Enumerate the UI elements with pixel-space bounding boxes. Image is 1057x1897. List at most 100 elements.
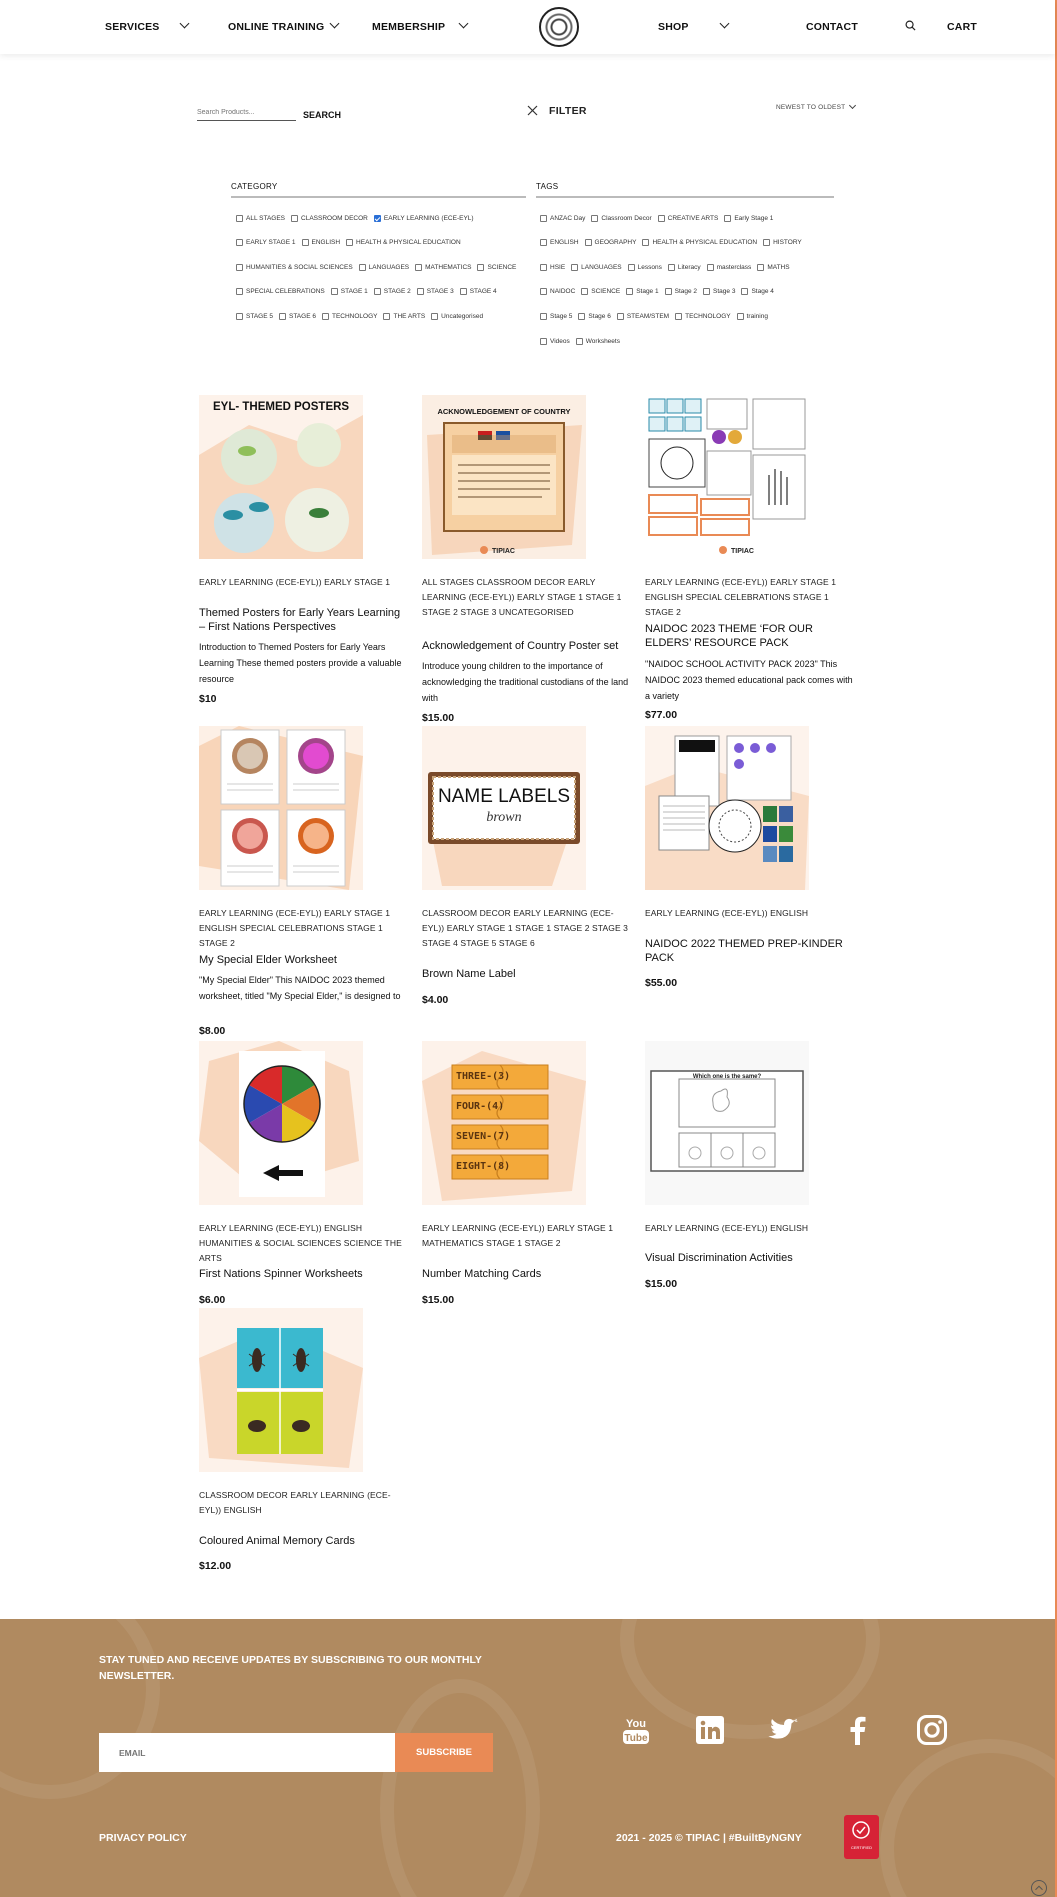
product-title[interactable]: My Special Elder Worksheet bbox=[199, 953, 409, 967]
filter-option[interactable]: MATHEMATICS bbox=[415, 263, 471, 271]
twitter-icon[interactable] bbox=[768, 1714, 800, 1746]
product-categories[interactable]: EARLY LEARNING (ECE-EYL)) EARLY STAGE 1 … bbox=[422, 1221, 632, 1251]
filter-checkbox[interactable] bbox=[664, 288, 672, 296]
filter-option[interactable]: NAIDOC bbox=[540, 288, 575, 296]
filter-option[interactable]: training bbox=[736, 312, 768, 320]
privacy-policy-link[interactable]: PRIVACY POLICY bbox=[99, 1832, 187, 1844]
sort-select[interactable]: NEWEST TO OLDEST bbox=[776, 104, 845, 111]
filter-checkbox[interactable] bbox=[540, 312, 547, 320]
product-title[interactable]: Acknowledgement of Country Poster set bbox=[422, 639, 632, 653]
filter-checkbox[interactable] bbox=[459, 288, 467, 296]
filter-option[interactable]: CLASSROOM DECOR bbox=[291, 214, 368, 222]
linkedin-icon[interactable] bbox=[694, 1714, 726, 1746]
filter-option[interactable]: Stage 5 bbox=[540, 312, 572, 320]
chevron-down-icon[interactable] bbox=[848, 101, 857, 110]
email-field[interactable] bbox=[99, 1733, 395, 1772]
nav-online-training[interactable]: ONLINE TRAINING bbox=[228, 21, 324, 33]
filter-checkbox[interactable] bbox=[575, 337, 583, 345]
filter-option[interactable]: Stage 6 bbox=[578, 312, 611, 320]
site-logo-icon[interactable] bbox=[539, 7, 579, 47]
filter-option[interactable]: HEALTH & PHYSICAL EDUCATION bbox=[642, 239, 757, 247]
chevron-down-icon[interactable] bbox=[329, 18, 340, 29]
filter-option[interactable]: CREATIVE ARTS bbox=[657, 214, 718, 222]
filter-checkbox[interactable] bbox=[667, 263, 675, 271]
filter-option[interactable]: Stage 3 bbox=[703, 288, 735, 296]
filter-option[interactable]: ALL STAGES bbox=[236, 214, 285, 222]
filter-option[interactable]: STAGE 6 bbox=[278, 312, 316, 320]
filter-option[interactable]: LANGUAGES bbox=[358, 263, 409, 271]
product-image[interactable]: TIPIAC bbox=[645, 395, 809, 559]
filter-option[interactable]: HSIE bbox=[540, 263, 565, 271]
product-categories[interactable]: EARLY LEARNING (ECE-EYL)) EARLY STAGE 1 … bbox=[645, 575, 855, 620]
product-image[interactable]: THREE-(3) FOUR-(4) SEVEN-(7) EIGHT-(8) bbox=[422, 1041, 586, 1205]
filter-checkbox[interactable] bbox=[540, 337, 547, 345]
filter-checkbox[interactable] bbox=[591, 214, 599, 222]
filter-checkbox[interactable] bbox=[540, 214, 547, 222]
nav-shop[interactable]: SHOP bbox=[658, 21, 689, 33]
filter-option[interactable]: EARLY LEARNING (ECE-EYL) bbox=[373, 214, 474, 222]
product-title[interactable]: Brown Name Label bbox=[422, 967, 632, 981]
filter-checkbox[interactable] bbox=[346, 239, 354, 247]
filter-option[interactable]: ENGLISH bbox=[540, 239, 579, 247]
facebook-icon[interactable] bbox=[842, 1714, 874, 1746]
product-image[interactable]: NAME LABELS brown bbox=[422, 726, 586, 890]
filter-checkbox[interactable] bbox=[581, 288, 589, 296]
product-categories[interactable]: ALL STAGES CLASSROOM DECOR EARLY LEARNIN… bbox=[422, 575, 632, 620]
filter-option[interactable]: STAGE 5 bbox=[236, 312, 273, 320]
filter-option[interactable]: LANGUAGES bbox=[571, 263, 622, 271]
filter-option[interactable]: Early Stage 1 bbox=[724, 214, 773, 222]
search-icon[interactable] bbox=[905, 20, 916, 31]
filter-option[interactable]: STAGE 4 bbox=[459, 288, 497, 296]
filter-checkbox[interactable] bbox=[616, 312, 624, 320]
filter-option[interactable]: Literacy bbox=[667, 263, 701, 271]
filter-checkbox[interactable] bbox=[626, 288, 634, 296]
product-categories[interactable]: EARLY LEARNING (ECE-EYL)) EARLY STAGE 1 … bbox=[199, 906, 409, 951]
filter-option[interactable]: STAGE 2 bbox=[373, 288, 411, 296]
product-title[interactable]: NAIDOC 2023 THEME ‘FOR OUR ELDERS’ RESOU… bbox=[645, 622, 855, 650]
filter-option[interactable]: Lessons bbox=[627, 263, 662, 271]
filter-checkbox[interactable] bbox=[741, 288, 749, 296]
nav-membership[interactable]: MEMBERSHIP bbox=[372, 21, 445, 33]
filter-option[interactable]: HUMANITIES & SOCIAL SCIENCES bbox=[236, 263, 353, 271]
filter-option[interactable]: Classroom Decor bbox=[591, 214, 652, 222]
filter-option[interactable]: Stage 2 bbox=[664, 288, 697, 296]
filter-option[interactable]: STEAM/STEM bbox=[616, 312, 669, 320]
filter-checkbox[interactable] bbox=[736, 312, 744, 320]
nav-services[interactable]: SERVICES bbox=[105, 21, 160, 33]
filter-checkbox[interactable] bbox=[236, 288, 243, 296]
product-image[interactable] bbox=[645, 726, 809, 890]
filter-option[interactable]: Uncategorised bbox=[431, 312, 483, 320]
filter-option[interactable]: ANZAC Day bbox=[540, 214, 585, 222]
filter-checkbox[interactable] bbox=[358, 263, 366, 271]
product-title[interactable]: NAIDOC 2022 THEMED PREP-KINDER PACK bbox=[645, 937, 855, 965]
filter-checkbox[interactable] bbox=[706, 263, 714, 271]
search-button[interactable]: SEARCH bbox=[303, 110, 341, 120]
filter-checkbox[interactable] bbox=[703, 288, 711, 296]
filter-checkbox[interactable] bbox=[540, 239, 547, 247]
filter-option[interactable]: Stage 1 bbox=[626, 288, 659, 296]
filter-option[interactable]: TECHNOLOGY bbox=[675, 312, 731, 320]
filter-checkbox[interactable] bbox=[301, 239, 309, 247]
filter-option[interactable]: Worksheets bbox=[575, 337, 620, 345]
search-input[interactable] bbox=[197, 105, 296, 121]
filter-option[interactable]: masterclass bbox=[706, 263, 751, 271]
product-image[interactable]: Which one is the same? bbox=[645, 1041, 809, 1205]
product-categories[interactable]: EARLY LEARNING (ECE-EYL)) ENGLISH bbox=[645, 906, 855, 921]
filter-checkbox[interactable] bbox=[627, 263, 635, 271]
filter-checkbox[interactable] bbox=[236, 263, 243, 271]
filter-checkbox[interactable] bbox=[642, 239, 650, 247]
filter-option[interactable]: EARLY STAGE 1 bbox=[236, 239, 296, 247]
filter-option[interactable]: HISTORY bbox=[763, 239, 802, 247]
product-image[interactable]: EYL- THEMED POSTERS bbox=[199, 395, 363, 559]
filter-checkbox[interactable] bbox=[330, 288, 338, 296]
scroll-to-top-icon[interactable] bbox=[1031, 1880, 1047, 1896]
filter-checkbox[interactable] bbox=[584, 239, 592, 247]
filter-option[interactable]: MATHS bbox=[757, 263, 790, 271]
filter-option[interactable]: ENGLISH bbox=[301, 239, 340, 247]
youtube-icon[interactable]: You Tube bbox=[620, 1714, 652, 1746]
product-title[interactable]: Themed Posters for Early Years Learning … bbox=[199, 606, 409, 634]
product-categories[interactable]: CLASSROOM DECOR EARLY LEARNING (ECE-EYL)… bbox=[199, 1488, 409, 1518]
filter-checkbox[interactable] bbox=[724, 214, 732, 222]
filter-checkbox[interactable] bbox=[571, 263, 579, 271]
filter-option[interactable]: SCIENCE bbox=[477, 263, 516, 271]
